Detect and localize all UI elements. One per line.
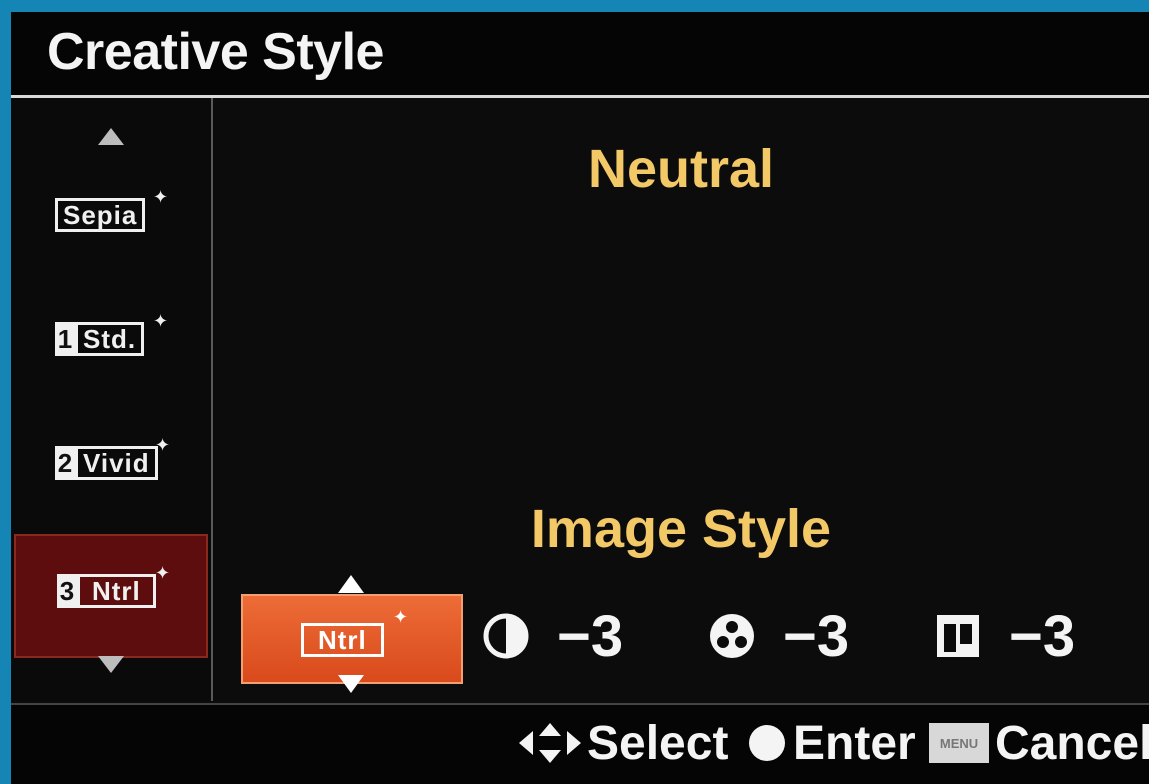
style-item-neutral[interactable]: 3 Ntrl ✦ [14, 534, 208, 658]
enter-hint: Enter [749, 713, 916, 773]
picker-up-arrow-icon[interactable] [338, 575, 364, 593]
scroll-up-arrow-icon[interactable] [98, 128, 124, 145]
center-button-icon [749, 725, 785, 761]
four-way-arrows-icon [517, 721, 583, 765]
page-title: Creative Style [47, 23, 384, 81]
style-badge: 2 Vivid [55, 446, 158, 480]
style-badge: 3 Ntrl [57, 574, 156, 608]
cancel-label: Cancel [995, 716, 1149, 770]
saturation-param[interactable]: −3 [707, 604, 849, 669]
style-badge-label: Std. [75, 322, 145, 356]
sparkle-icon: ✦ [155, 563, 171, 583]
button-hints-bar: Select Enter MENU Cancel [11, 703, 1149, 784]
picker-badge-label: Ntrl [301, 623, 384, 657]
menu-key-icon: MENU [929, 723, 989, 763]
style-item-vivid[interactable]: 2 Vivid ✦ [11, 406, 211, 530]
contrast-param[interactable]: −3 [481, 604, 623, 669]
creative-style-list[interactable]: Sepia ✦ 1 Std. ✦ 2 Vivid ✦ 3 Ntrl ✦ [11, 98, 213, 701]
style-badge-number: 3 [57, 574, 77, 608]
style-item-sepia[interactable]: Sepia ✦ [11, 158, 211, 282]
select-hint: Select [517, 713, 728, 773]
style-badge-number: 2 [55, 446, 75, 480]
picker-down-arrow-icon[interactable] [338, 675, 364, 693]
sparkle-icon: ✦ [153, 311, 169, 331]
sharpness-value: −3 [1009, 603, 1076, 669]
style-detail-panel: Neutral Image Style Ntrl ✦ −3 −3 −3 [213, 98, 1149, 701]
cancel-hint: MENU Cancel [929, 713, 1149, 773]
style-badge-label: Ntrl [77, 574, 156, 608]
scroll-down-arrow-icon[interactable] [98, 656, 124, 673]
image-style-label: Image Style [530, 499, 832, 559]
image-style-picker[interactable]: Ntrl ✦ [241, 594, 463, 684]
style-parameters: Ntrl ✦ −3 −3 −3 [241, 575, 1149, 696]
picker-badge: Ntrl [301, 623, 384, 657]
select-label: Select [587, 716, 729, 770]
sparkle-icon: ✦ [153, 187, 169, 207]
contrast-icon [481, 611, 531, 661]
style-badge-label: Sepia [55, 198, 146, 232]
camera-menu-screen: Creative Style Sepia ✦ 1 Std. ✦ 2 Vivid … [11, 12, 1149, 784]
style-item-standard[interactable]: 1 Std. ✦ [11, 282, 211, 406]
style-name: Neutral [587, 139, 775, 199]
sparkle-icon: ✦ [393, 607, 409, 627]
contrast-value: −3 [557, 603, 624, 669]
saturation-icon [707, 611, 757, 661]
style-badge-number: 1 [55, 322, 75, 356]
title-bar: Creative Style [11, 12, 1149, 98]
style-badge: Sepia [55, 198, 146, 232]
sharpness-param[interactable]: −3 [933, 604, 1075, 669]
sparkle-icon: ✦ [155, 435, 171, 455]
style-badge: 1 Std. [55, 322, 145, 356]
enter-label: Enter [793, 716, 916, 770]
sharpness-icon [933, 611, 983, 661]
style-badge-label: Vivid [75, 446, 158, 480]
saturation-value: −3 [783, 603, 850, 669]
